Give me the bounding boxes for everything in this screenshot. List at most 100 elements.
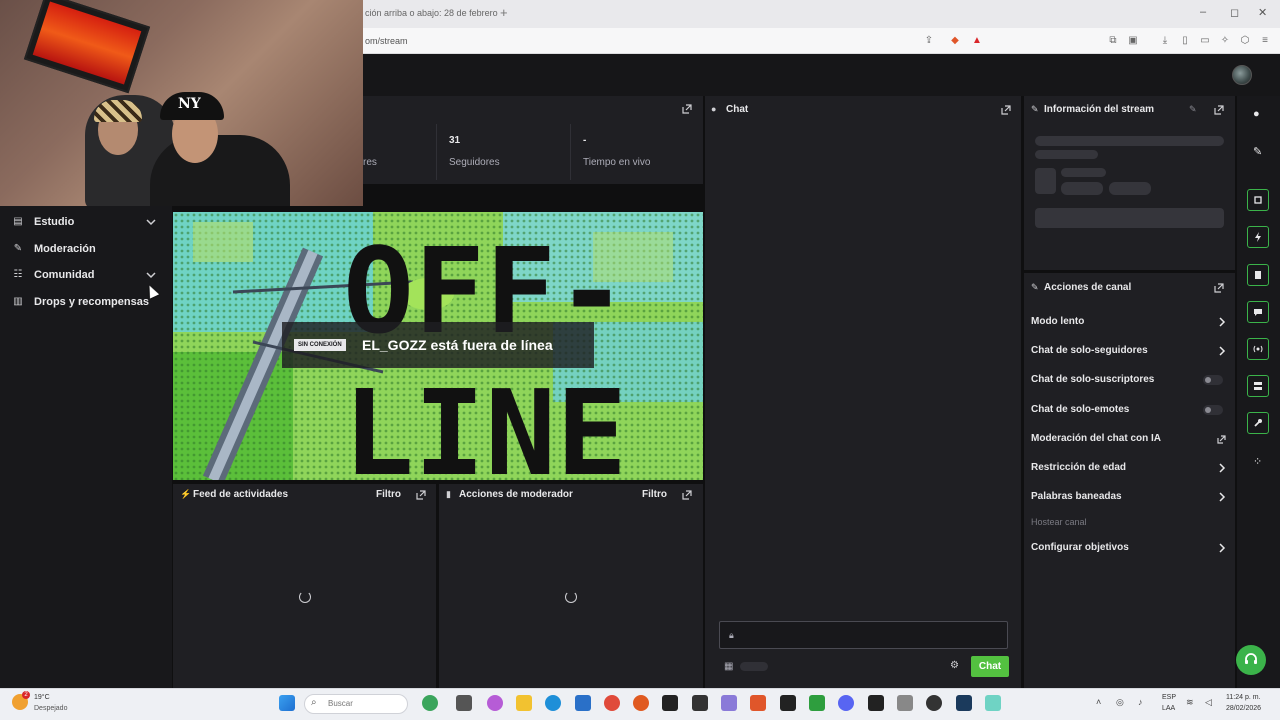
offline-message: EL_GOZZ está fuera de línea (362, 337, 553, 353)
subscribers-only-toggle[interactable] (1203, 375, 1223, 385)
edge-icon[interactable] (545, 695, 561, 711)
extensions-icon[interactable]: ⧉ (1106, 34, 1120, 48)
maximize-button[interactable]: ◻ (1230, 6, 1239, 19)
wrench-icon[interactable] (1247, 412, 1269, 434)
task-view-icon[interactable] (456, 695, 472, 711)
skeleton-line (1061, 168, 1106, 177)
download-icon[interactable]: ⤓ (1158, 34, 1172, 48)
search-placeholder: Buscar (328, 699, 353, 708)
chat-input[interactable] (719, 621, 1008, 649)
action-label: Chat de solo-suscriptores (1031, 374, 1155, 385)
mod-filter-button[interactable]: Filtro (642, 489, 667, 500)
store-icon[interactable] (575, 695, 591, 711)
steam-icon[interactable] (956, 695, 972, 711)
brave-rewards-icon[interactable]: ▲ (970, 34, 984, 48)
app-icon[interactable] (985, 695, 1001, 711)
document-icon[interactable] (1247, 264, 1269, 286)
gear-icon[interactable]: ⚙ (950, 660, 959, 671)
chat-icon[interactable] (1247, 301, 1269, 323)
chat-send-button[interactable]: Chat (971, 656, 1009, 677)
popout-icon[interactable] (416, 490, 426, 500)
camera-icon[interactable] (897, 695, 913, 711)
brave-icon[interactable] (750, 695, 766, 711)
chevron-down-icon[interactable] (145, 216, 157, 228)
sidebar-item-comunidad[interactable]: ☷ Comunidad (0, 263, 172, 287)
followers-only-row[interactable]: Chat de solo-seguidores (1031, 342, 1227, 360)
xbox-icon[interactable] (809, 695, 825, 711)
browser-tab-title[interactable]: ción arriba o abajo: 28 de febrero (365, 8, 498, 18)
chevron-right-icon (1219, 492, 1226, 502)
popout-icon[interactable] (682, 104, 692, 114)
start-icon[interactable] (279, 695, 295, 711)
avatar[interactable] (1232, 65, 1252, 85)
edit-icon[interactable]: ✎ (1253, 145, 1262, 158)
popout-icon[interactable] (682, 490, 692, 500)
vpn-icon[interactable]: ⬡ (1238, 34, 1252, 48)
followers-count: 31 (449, 135, 461, 146)
taskbar-search[interactable] (304, 694, 408, 714)
clock-time[interactable]: 11:24 p. m. (1226, 694, 1261, 701)
more-options-icon[interactable]: ⁘ (1253, 455, 1262, 468)
store-icon[interactable]: ▦ (724, 661, 733, 672)
info-icon[interactable]: ● (1253, 108, 1260, 120)
close-window-button[interactable]: ✕ (1258, 6, 1267, 19)
app-icon[interactable] (721, 695, 737, 711)
copilot-icon[interactable] (487, 695, 503, 711)
slow-mode-row[interactable]: Modo lento (1031, 313, 1227, 331)
emotes-only-toggle[interactable] (1203, 405, 1223, 415)
discord-icon[interactable] (838, 695, 854, 711)
app-icon[interactable] (868, 695, 884, 711)
sidebar-item-estudio[interactable]: ▤ Estudio (0, 210, 172, 234)
app-icon[interactable] (692, 695, 708, 711)
feed-filter-button[interactable]: Filtro (376, 489, 401, 500)
wifi-icon[interactable]: ≋ (1186, 697, 1194, 708)
widgets-icon[interactable] (422, 695, 438, 711)
loading-spinner (299, 591, 311, 603)
obs-icon[interactable] (926, 695, 942, 711)
broadcast-icon[interactable] (1247, 338, 1269, 360)
popout-icon[interactable] (1214, 283, 1224, 293)
popout-icon[interactable] (1001, 105, 1011, 115)
lightning-icon[interactable] (1247, 226, 1269, 248)
chevron-up-icon[interactable]: ˄ (1096, 697, 1101, 707)
app-icon[interactable] (633, 695, 649, 711)
share-icon[interactable]: ⇪ (922, 34, 936, 48)
minimize-button[interactable]: – (1200, 6, 1206, 18)
brave-shield-icon[interactable]: ◆ (948, 34, 962, 48)
popout-icon[interactable] (1214, 105, 1224, 115)
cap-logo: NY (178, 96, 201, 112)
chat-title: Chat (726, 104, 749, 115)
live-time-label: Tiempo en vivo (583, 157, 651, 168)
reader-icon[interactable]: ▣ (1126, 34, 1140, 48)
edit-icon[interactable]: ✎ (1189, 104, 1197, 115)
help-button[interactable] (1236, 645, 1266, 675)
network-icon[interactable]: ◎ (1116, 697, 1124, 708)
wallet-icon[interactable]: ▭ (1198, 34, 1212, 48)
leo-icon[interactable]: ✧ (1218, 34, 1232, 48)
skeleton-box (1035, 168, 1056, 194)
chrome-icon[interactable] (604, 695, 620, 711)
sidebar-item-drops[interactable]: ▥ Drops y recompensas (0, 290, 172, 314)
sidebar-toggle-icon[interactable]: ▯ (1178, 34, 1192, 48)
mic-icon[interactable]: ♪ (1138, 697, 1143, 707)
banned-words-row[interactable]: Palabras baneadas (1031, 488, 1227, 506)
configure-goals-row[interactable]: Configurar objetivos (1031, 539, 1227, 557)
age-restriction-row[interactable]: Restricción de edad (1031, 459, 1227, 477)
layout-icon[interactable] (1247, 375, 1269, 397)
stat-divider (436, 124, 437, 180)
app-icon[interactable] (780, 695, 796, 711)
action-label: Modo lento (1031, 316, 1085, 327)
chevron-down-icon[interactable] (145, 269, 157, 281)
menu-icon[interactable]: ≡ (1258, 34, 1272, 48)
file-explorer-icon[interactable] (516, 695, 532, 711)
new-tab-button[interactable]: + (500, 5, 508, 20)
clip-icon[interactable] (1247, 189, 1269, 211)
epic-games-icon[interactable] (662, 695, 678, 711)
subscribers-only-row: Chat de solo-suscriptores (1031, 371, 1227, 389)
url-text[interactable]: om/stream (365, 36, 408, 46)
language-indicator[interactable]: ESP (1162, 694, 1176, 701)
ai-moderation-row[interactable]: Moderación del chat con IA (1031, 430, 1227, 448)
volume-icon[interactable]: ◁ (1205, 697, 1212, 708)
channel-actions-title: Acciones de canal (1044, 282, 1132, 293)
sidebar-item-moderacion[interactable]: ✎ Moderación (0, 237, 172, 261)
